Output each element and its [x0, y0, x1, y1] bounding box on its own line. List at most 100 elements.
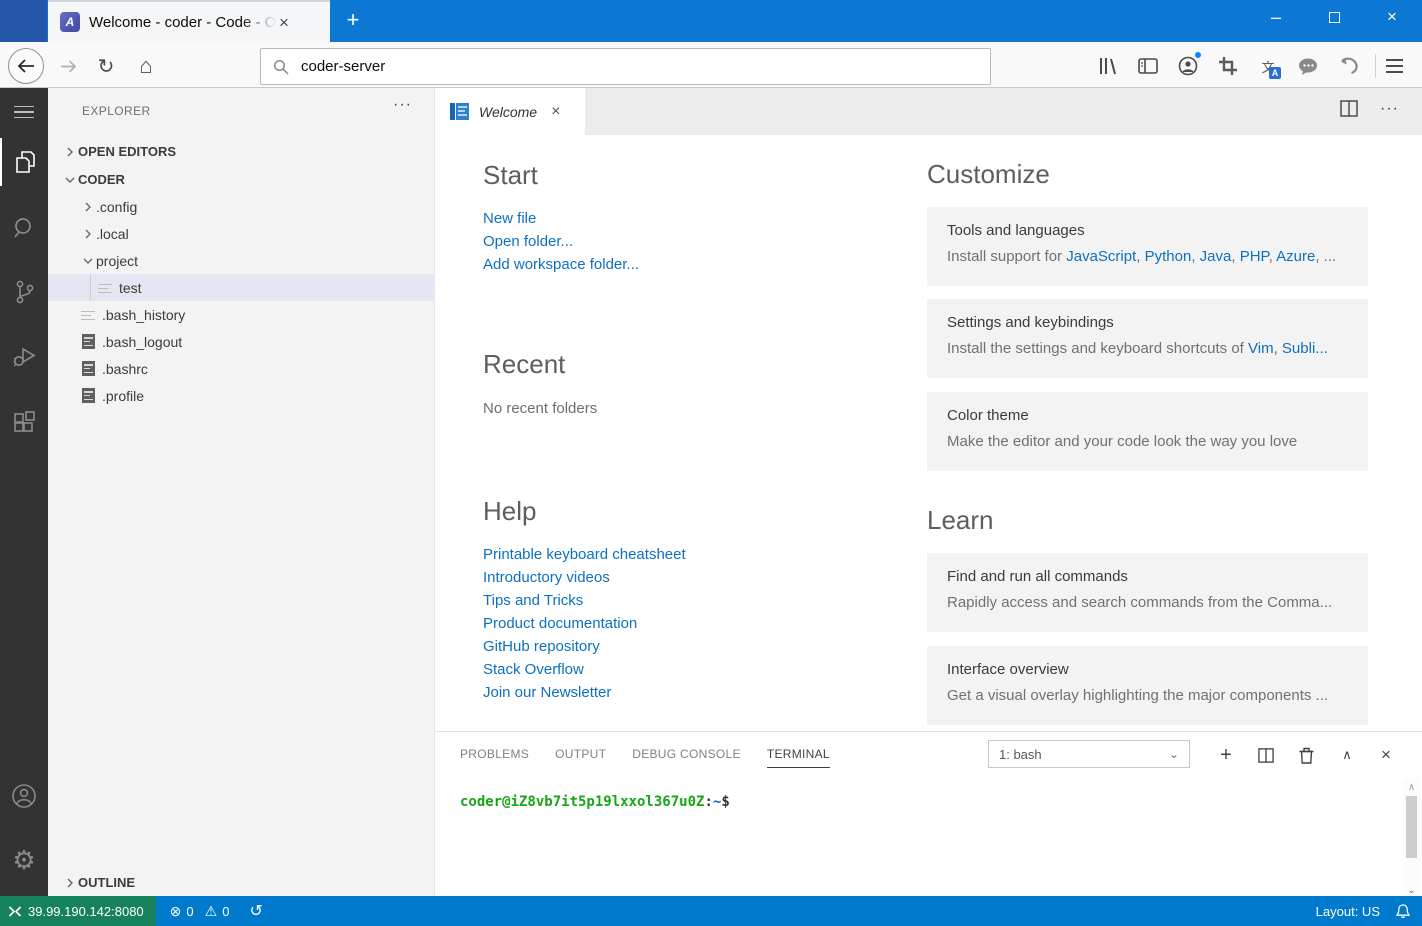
- terminal-scrollbar[interactable]: ∧ ⌄: [1403, 780, 1420, 897]
- scroll-down-icon[interactable]: ⌄: [1403, 883, 1420, 897]
- editor-more-actions[interactable]: ···: [1380, 100, 1399, 118]
- back-button[interactable]: [8, 48, 44, 84]
- undo-icon[interactable]: [1334, 52, 1362, 80]
- account-view-icon[interactable]: [0, 772, 48, 820]
- tips-and-tricks-link[interactable]: Tips and Tricks: [483, 589, 686, 612]
- new-file-link[interactable]: New file: [483, 207, 639, 230]
- browser-menu-icon[interactable]: [1380, 52, 1408, 80]
- remote-host-badge[interactable]: 39.99.190.142:8080: [0, 896, 156, 926]
- chevron-down-icon: ⌄: [1169, 747, 1179, 761]
- join-newsletter-link[interactable]: Join our Newsletter: [483, 681, 686, 704]
- keyboard-layout-status[interactable]: Layout: US: [1316, 904, 1380, 919]
- scrollbar-thumb[interactable]: [1406, 796, 1417, 858]
- tree-item-label: project: [96, 253, 138, 269]
- new-terminal-button[interactable]: +: [1215, 744, 1237, 766]
- settings-keybindings-card[interactable]: Settings and keybindings Install the set…: [927, 299, 1368, 378]
- warning-icon: ⚠: [205, 903, 218, 920]
- terminal-shell-select[interactable]: 1: bash ⌄: [988, 740, 1190, 768]
- terminal-output[interactable]: coder@iZ8vb7it5p19lxxol367u0Z:~$: [460, 794, 730, 810]
- github-repository-link[interactable]: GitHub repository: [483, 635, 686, 658]
- sublime-link[interactable]: Subli...: [1282, 340, 1328, 357]
- open-editors-section[interactable]: OPEN EDITORS: [48, 138, 435, 165]
- search-view-icon[interactable]: [0, 204, 48, 252]
- add-workspace-folder-link[interactable]: Add workspace folder...: [483, 253, 639, 276]
- outline-label: OUTLINE: [78, 875, 135, 890]
- explorer-more-actions[interactable]: ···: [393, 96, 412, 114]
- explorer-sidebar: EXPLORER ··· OPEN EDITORS CODER .config …: [48, 88, 435, 896]
- browser-titlebar: A Welcome - coder - Code - OS × + – ×: [0, 0, 1422, 42]
- product-documentation-link[interactable]: Product documentation: [483, 612, 686, 635]
- text-file-icon: [81, 308, 95, 322]
- settings-gear-icon[interactable]: ⚙: [0, 836, 48, 884]
- maximize-panel-button[interactable]: ∧: [1336, 744, 1358, 766]
- new-tab-button[interactable]: +: [338, 7, 368, 35]
- home-button[interactable]: ⌂: [133, 53, 159, 79]
- account-icon[interactable]: [1174, 52, 1202, 80]
- sidebar-toggle-icon[interactable]: [1134, 52, 1162, 80]
- tools-and-languages-card[interactable]: Tools and languages Install support for …: [927, 207, 1368, 286]
- interface-overview-card[interactable]: Interface overview Get a visual overlay …: [927, 646, 1368, 725]
- browser-tab[interactable]: A Welcome - coder - Code - OS ×: [48, 0, 330, 42]
- reload-button[interactable]: ↻: [93, 53, 119, 79]
- tree-row-bash-history[interactable]: .bash_history: [48, 301, 435, 328]
- tab-close-icon[interactable]: ×: [279, 14, 289, 31]
- app-menu-icon[interactable]: [0, 88, 48, 136]
- azure-link[interactable]: Azure: [1276, 248, 1315, 265]
- color-theme-card[interactable]: Color theme Make the editor and your cod…: [927, 392, 1368, 471]
- source-control-icon[interactable]: [0, 268, 48, 316]
- forward-button[interactable]: [55, 53, 81, 79]
- translate-icon[interactable]: 文 A: [1254, 52, 1282, 80]
- address-bar[interactable]: coder-server: [260, 48, 991, 85]
- tree-row-profile[interactable]: .profile: [48, 382, 435, 409]
- error-count: 0: [186, 904, 193, 919]
- php-link[interactable]: PHP: [1240, 248, 1269, 265]
- java-link[interactable]: Java: [1200, 248, 1232, 265]
- screenshot-icon[interactable]: [1214, 52, 1242, 80]
- bell-icon[interactable]: [1396, 904, 1410, 919]
- open-folder-link[interactable]: Open folder...: [483, 230, 639, 253]
- tree-row-local[interactable]: .local: [48, 220, 435, 247]
- python-link[interactable]: Python: [1145, 248, 1192, 265]
- outline-section[interactable]: OUTLINE: [48, 869, 435, 896]
- tab-output[interactable]: OUTPUT: [555, 747, 606, 761]
- tree-row-test-selected[interactable]: test: [48, 274, 435, 301]
- tree-row-project[interactable]: project: [48, 247, 435, 274]
- library-icon[interactable]: [1094, 52, 1122, 80]
- extensions-icon[interactable]: [0, 398, 48, 446]
- close-panel-button[interactable]: ×: [1375, 744, 1397, 766]
- card-description: Make the editor and your code look the w…: [947, 433, 1348, 450]
- javascript-link[interactable]: JavaScript: [1066, 248, 1136, 265]
- editor-group: Welcome × ··· Start New file Open folder…: [435, 88, 1422, 896]
- stack-overflow-link[interactable]: Stack Overflow: [483, 658, 686, 681]
- chat-glyph: [1298, 58, 1318, 75]
- tree-row-bash-logout[interactable]: .bash_logout: [48, 328, 435, 355]
- split-editor-icon[interactable]: [1340, 100, 1358, 117]
- welcome-editor-tab[interactable]: Welcome ×: [435, 88, 585, 135]
- tab-title-fade: [241, 14, 277, 31]
- history-status[interactable]: ↺: [249, 901, 262, 921]
- folder-root-row[interactable]: CODER: [48, 166, 435, 193]
- keyboard-cheatsheet-link[interactable]: Printable keyboard cheatsheet: [483, 543, 686, 566]
- vim-link[interactable]: Vim: [1248, 340, 1274, 357]
- introductory-videos-link[interactable]: Introductory videos: [483, 566, 686, 589]
- split-terminal-button[interactable]: [1255, 744, 1277, 766]
- window-close-button[interactable]: ×: [1369, 0, 1415, 34]
- code-server-favicon: A: [60, 12, 80, 32]
- run-debug-icon[interactable]: [0, 333, 48, 381]
- chat-icon[interactable]: [1294, 52, 1322, 80]
- find-commands-card[interactable]: Find and run all commands Rapidly access…: [927, 553, 1368, 632]
- tree-row-config[interactable]: .config: [48, 193, 435, 220]
- explorer-view-icon[interactable]: [0, 138, 48, 186]
- tab-debug-console[interactable]: DEBUG CONSOLE: [632, 747, 741, 761]
- problems-status[interactable]: ⊗ 0 ⚠ 0: [170, 903, 230, 920]
- tab-terminal[interactable]: TERMINAL: [767, 747, 830, 761]
- editor-tab-close-icon[interactable]: ×: [551, 103, 560, 121]
- tab-problems[interactable]: PROBLEMS: [460, 747, 529, 761]
- shell-file-icon: [82, 334, 95, 349]
- window-minimize-button[interactable]: –: [1253, 0, 1299, 34]
- tree-row-bashrc[interactable]: .bashrc: [48, 355, 435, 382]
- welcome-tab-icon: [450, 102, 469, 121]
- kill-terminal-button[interactable]: [1295, 744, 1317, 766]
- window-maximize-button[interactable]: [1311, 0, 1357, 34]
- scroll-up-icon[interactable]: ∧: [1403, 780, 1420, 794]
